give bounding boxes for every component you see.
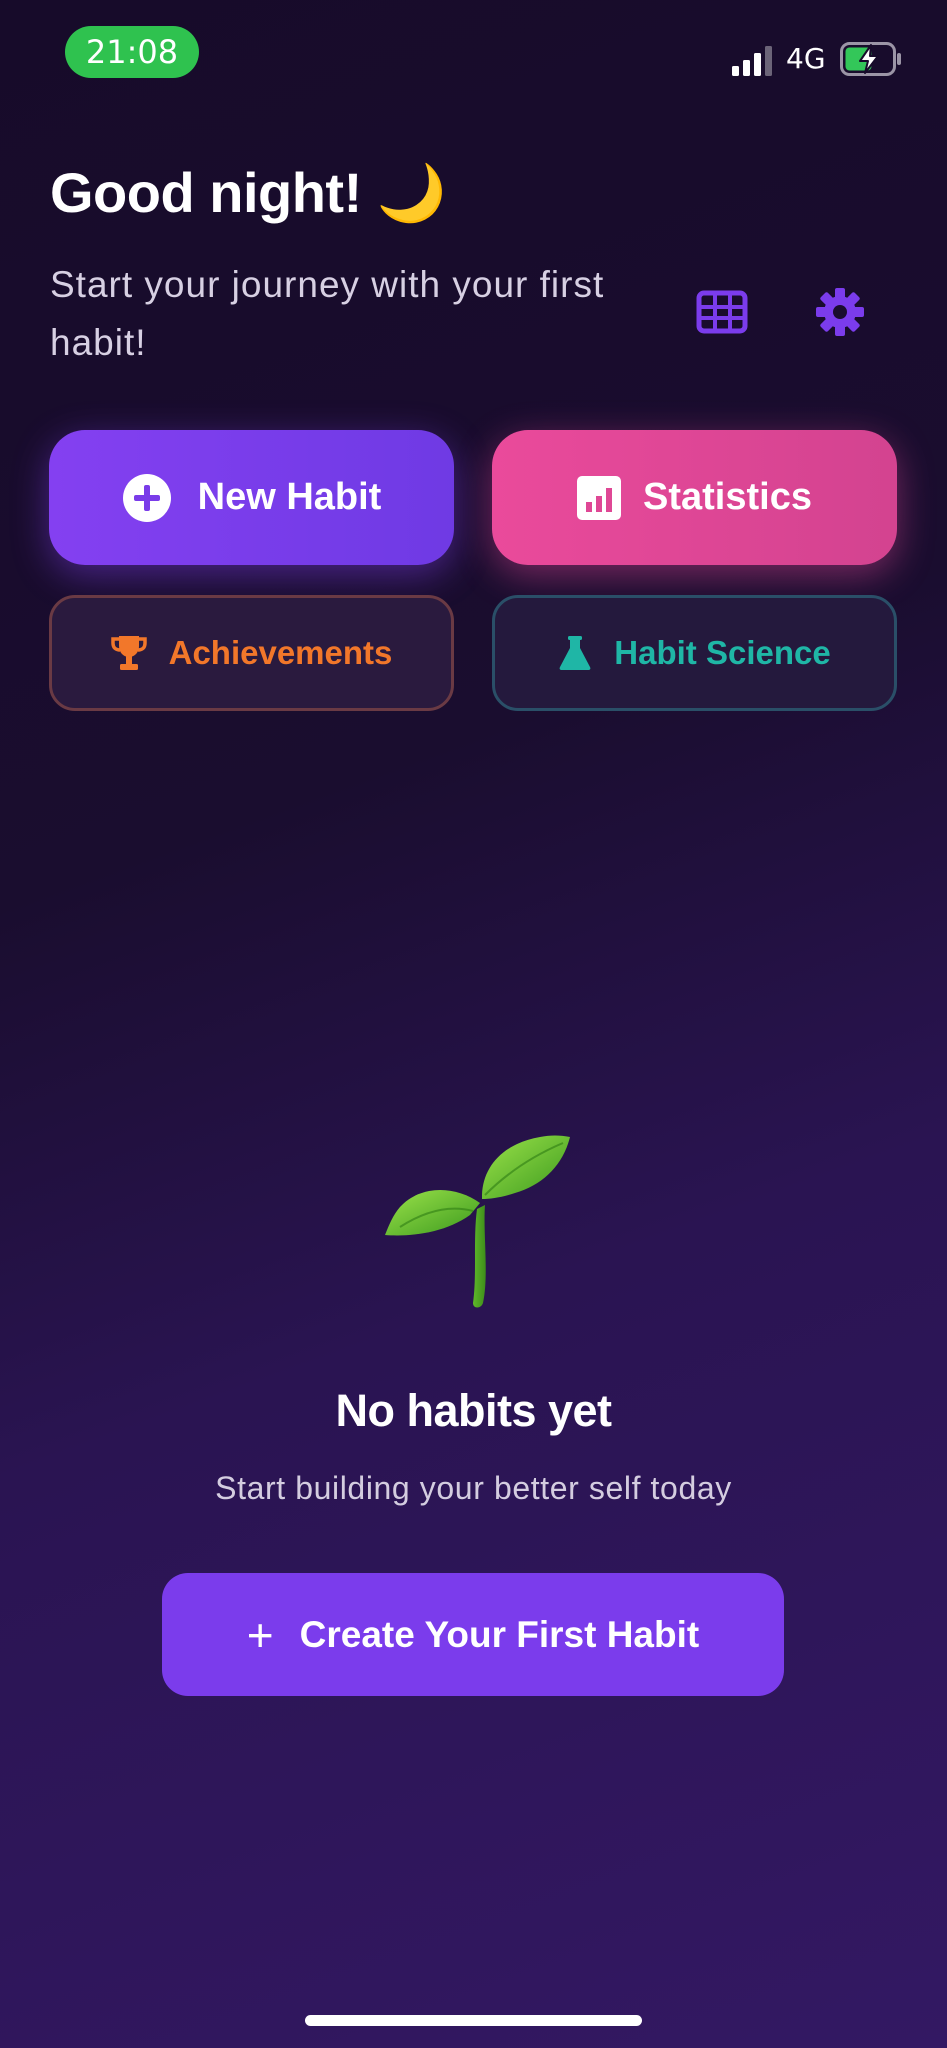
plus-icon: + xyxy=(246,1608,274,1661)
battery-charging-icon xyxy=(840,42,901,76)
plus-circle-icon xyxy=(122,473,172,523)
grid-icon xyxy=(696,290,748,334)
signal-icon xyxy=(732,46,772,76)
greeting-title: Good night! 🌙 xyxy=(50,161,447,224)
achievements-button[interactable]: Achievements xyxy=(49,595,454,711)
status-time: 21:08 xyxy=(65,26,199,78)
grid-view-button[interactable] xyxy=(690,280,754,344)
achievements-label: Achievements xyxy=(168,634,393,671)
statistics-label: Statistics xyxy=(643,476,812,518)
empty-state-subtitle: Start building your better self today xyxy=(215,1470,732,1506)
statistics-button[interactable]: Statistics xyxy=(492,430,897,565)
create-first-habit-button[interactable]: + Create Your First Habit xyxy=(162,1573,784,1696)
greeting-subtitle: Start your journey with your first habit… xyxy=(50,264,605,363)
gear-icon xyxy=(816,288,864,336)
sprout-icon xyxy=(385,1135,570,1308)
habit-science-button[interactable]: Habit Science xyxy=(492,595,897,711)
home-indicator[interactable] xyxy=(305,2015,642,2026)
trophy-icon xyxy=(110,634,147,672)
habit-science-label: Habit Science xyxy=(614,634,831,671)
new-habit-label: New Habit xyxy=(197,476,382,518)
network-label: 4G xyxy=(786,42,826,75)
flask-icon xyxy=(558,635,592,671)
empty-state-title: No habits yet xyxy=(335,1385,612,1436)
settings-button[interactable] xyxy=(808,280,872,344)
create-first-habit-label: Create Your First Habit xyxy=(299,1613,700,1655)
status-bar: 21:08 4G xyxy=(0,0,947,110)
new-habit-button[interactable]: New Habit xyxy=(49,430,454,565)
bar-chart-icon xyxy=(577,475,622,520)
